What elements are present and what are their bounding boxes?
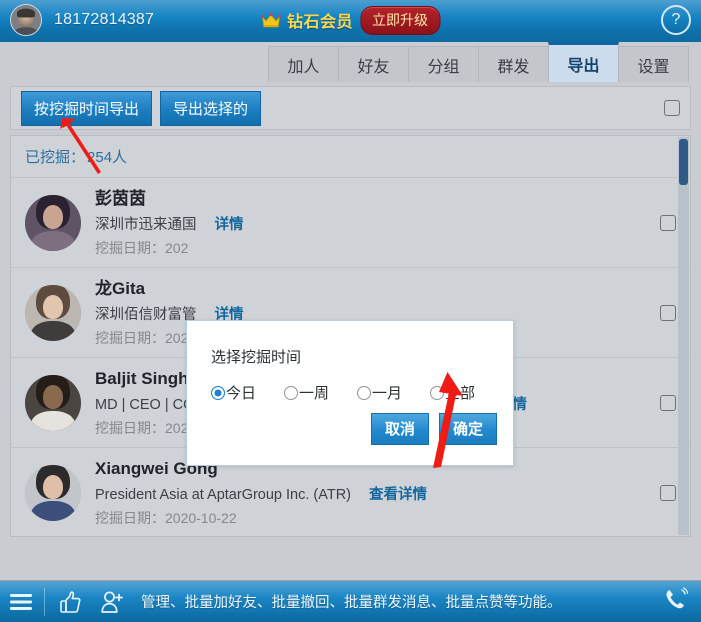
avatar[interactable] [10,4,42,36]
radio-label: 全部 [445,385,476,402]
main-content: 按挖掘时间导出 导出选择的 已挖掘： 254人 彭茵茵 深圳市迅来通国 详情 挖… [0,82,701,580]
radio-option-all[interactable]: 全部 [430,382,475,403]
scrollbar-thumb[interactable] [679,139,688,185]
view-detail-link[interactable]: 详情 [215,213,244,234]
contact-desc-line: President Asia at AptarGroup Inc. (ATR) … [95,483,646,504]
avatar-face [43,384,63,409]
radio-dot-icon [430,385,445,400]
contact-description: President Asia at AptarGroup Inc. (ATR) [95,486,352,503]
avatar-torso [31,500,75,521]
vip-level-label: 钻石会员 [286,14,354,31]
contact-avatar [25,464,81,521]
avatar-face [43,294,63,319]
account-phone-number: 18172814387 [54,11,155,28]
add-person-icon[interactable] [99,589,125,615]
radio-option-one-month[interactable]: 一月 [357,382,402,403]
tab-friends[interactable]: 好友 [338,46,409,82]
avatar-body [14,27,38,35]
export-by-dig-time-button[interactable]: 按挖掘时间导出 [21,90,153,126]
avatar-face [43,204,63,229]
footer-divider [44,587,45,616]
dig-time-radio-group: 今日 一周 一月 全部 [211,382,497,403]
contact-desc-line: 深圳市迅来通国 详情 [95,213,646,234]
tab-mass-send[interactable]: 群发 [478,46,549,82]
dug-summary: 已挖掘： 254人 [11,136,690,178]
dialog-actions: 取消 确定 [370,413,497,445]
contact-dug-date: 挖掘日期：2020-10-22 [95,509,237,526]
radio-label: 今日 [226,385,257,402]
contact-name: 彭茵茵 [95,188,146,208]
contact-description: 深圳市迅来通国 [95,216,197,233]
contact-avatar [25,284,81,341]
thumbs-up-icon[interactable] [57,589,83,615]
export-selected-button[interactable]: 导出选择的 [160,90,262,126]
tab-add-people[interactable]: 加人 [268,46,339,82]
app-header: 18172814387 钻石会员 立即升级 ? [0,0,701,40]
contact-name: 龙Gita [95,278,146,298]
radio-dot-icon [357,385,372,400]
contact-info: 彭茵茵 深圳市迅来通国 详情 挖掘日期：202 [95,188,646,258]
cancel-button[interactable]: 取消 [370,413,429,445]
help-icon[interactable]: ? [661,5,691,35]
crown-icon [260,12,280,28]
radio-label: 一月 [372,385,403,402]
tab-groups[interactable]: 分组 [408,46,479,82]
avatar-face [43,474,63,499]
row-checkbox[interactable] [660,304,676,321]
list-scrollbar[interactable] [678,137,689,535]
dialog-title: 选择挖掘时间 [211,349,302,366]
radio-dot-icon [211,385,225,400]
tab-bar: 加人 好友 分组 群发 导出 设置 [0,40,701,82]
contact-avatar [25,374,81,431]
contact-description: 深圳佰信财富管 [95,306,197,323]
row-checkbox[interactable] [660,214,676,231]
contact-dug-date: 挖掘日期：202 [95,239,189,256]
confirm-button[interactable]: 确定 [438,413,497,445]
radio-label: 一周 [299,385,330,402]
dug-summary-label: 已挖掘： [25,149,86,166]
view-detail-link[interactable]: 查看详情 [369,483,427,504]
dug-summary-count: 254人 [87,149,128,166]
avatar-torso [31,410,75,431]
footer-description: 管理、批量加好友、批量撤回、批量群发消息、批量点赞等功能。 [141,595,562,611]
row-checkbox[interactable] [660,484,676,501]
select-all-checkbox[interactable] [664,100,680,116]
tab-settings[interactable]: 设置 [618,46,689,82]
avatar-hair [17,8,35,18]
export-toolbar: 按挖掘时间导出 导出选择的 [10,86,691,130]
radio-dot-icon [284,385,299,400]
table-row[interactable]: 彭茵茵 深圳市迅来通国 详情 挖掘日期：202 [11,178,690,268]
row-checkbox[interactable] [660,394,676,411]
application-window: 18172814387 钻石会员 立即升级 ? 加人 好友 分组 群发 导出 设… [0,0,701,622]
contact-info: Xiangwei Gong President Asia at AptarGro… [95,458,646,528]
radio-option-one-week[interactable]: 一周 [284,382,329,403]
app-footer: 管理、批量加好友、批量撤回、批量群发消息、批量点赞等功能。 [0,580,701,622]
phone-call-icon[interactable] [661,585,689,618]
vip-status-group: 钻石会员 立即升级 [260,5,441,35]
contact-avatar [25,194,81,251]
hamburger-menu-icon[interactable] [8,592,34,612]
tab-export[interactable]: 导出 [548,42,619,82]
avatar-torso [31,320,75,341]
upgrade-button[interactable]: 立即升级 [360,5,441,35]
radio-option-today[interactable]: 今日 [211,382,256,403]
avatar-torso [31,230,75,251]
select-dig-time-dialog: 选择挖掘时间 今日 一周 一月 全部 取消 确定 [186,320,514,466]
